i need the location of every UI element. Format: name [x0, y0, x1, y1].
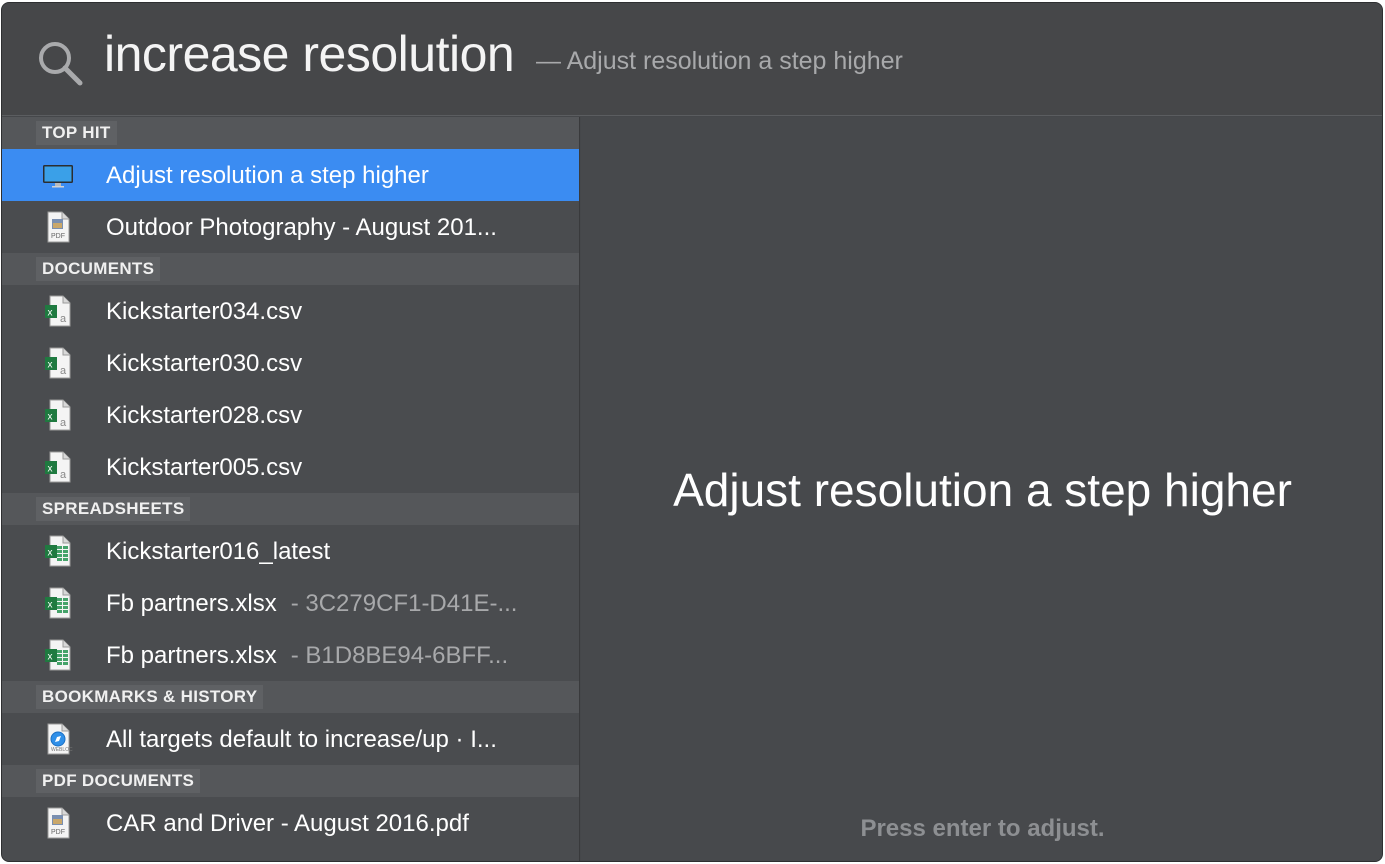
result-item[interactable]: x Kickstarter016_latest: [2, 525, 579, 577]
result-label: Kickstarter016_latest: [106, 538, 330, 566]
svg-text:x: x: [48, 464, 53, 475]
pdf-file-icon: PDF: [42, 807, 74, 839]
csv-file-icon: xa: [42, 399, 74, 431]
excel-file-icon: x: [42, 535, 74, 567]
svg-text:x: x: [48, 360, 53, 371]
svg-text:a: a: [60, 469, 67, 481]
result-title: Kickstarter030.csv: [106, 350, 303, 377]
svg-text:x: x: [48, 652, 53, 663]
result-title: Kickstarter016_latest: [106, 538, 331, 565]
result-item[interactable]: PDF CAR and Driver - August 2016.pdf: [2, 797, 579, 849]
preview-hint: Press enter to adjust.: [860, 815, 1105, 842]
result-title: Fb partners.xlsx: [106, 590, 277, 617]
result-label: Kickstarter034.csv: [106, 298, 302, 326]
section-header-label: PDF DOCUMENTS: [36, 769, 201, 793]
result-item[interactable]: x Fb partners.xlsx - B1D8BE94-6BFF...: [2, 629, 579, 681]
result-title: Kickstarter028.csv: [106, 402, 303, 429]
result-label: Fb partners.xlsx - B1D8BE94-6BFF...: [106, 642, 508, 670]
csv-file-icon: xa: [42, 347, 74, 379]
result-title: Outdoor Photography - August 201...: [106, 214, 497, 241]
result-item[interactable]: WEBLOC All targets default to increase/up…: [2, 713, 579, 765]
svg-text:a: a: [60, 365, 67, 377]
search-input[interactable]: increase resolution: [104, 25, 515, 83]
section-header-spreadsheets: SPREADSHEETS: [2, 493, 579, 525]
search-completion: — Adjust resolution a step higher: [536, 47, 903, 75]
excel-file-icon: x: [42, 587, 74, 619]
result-label: Fb partners.xlsx - 3C279CF1-D41E-...: [106, 590, 517, 618]
result-subtitle: - B1D8BE94-6BFF...: [290, 642, 509, 669]
section-header-pdf-documents: PDF DOCUMENTS: [2, 765, 579, 797]
search-bar[interactable]: increase resolution — Adjust resolution …: [2, 3, 1382, 116]
result-label: Kickstarter005.csv: [106, 454, 302, 482]
svg-text:x: x: [48, 600, 53, 611]
display-icon: [42, 159, 74, 191]
result-title: Kickstarter005.csv: [106, 454, 303, 481]
result-item[interactable]: x a Kickstarter028.csv: [2, 389, 579, 441]
section-header-documents: DOCUMENTS: [2, 253, 579, 285]
result-item[interactable]: x a Kickstarter034.csv: [2, 285, 579, 337]
result-label: Kickstarter028.csv: [106, 402, 302, 430]
result-item[interactable]: x a Kickstarter005.csv: [2, 441, 579, 493]
result-title: Adjust resolution a step higher: [106, 162, 429, 189]
results-list[interactable]: TOP HIT Adjust resolution a step higher PD…: [2, 117, 580, 861]
preview-title: Adjust resolution a step higher: [673, 464, 1292, 516]
result-title: Kickstarter034.csv: [106, 298, 303, 325]
result-subtitle: - 3C279CF1-D41E-...: [290, 590, 518, 617]
svg-text:a: a: [60, 417, 67, 429]
svg-text:WEBLOC: WEBLOC: [51, 747, 73, 753]
svg-text:a: a: [60, 313, 67, 325]
result-item[interactable]: PDF Outdoor Photography - August 201...: [2, 201, 579, 253]
result-label: Kickstarter030.csv: [106, 350, 302, 378]
svg-text:x: x: [48, 548, 53, 559]
result-item[interactable]: x Fb partners.xlsx - 3C279CF1-D41E-...: [2, 577, 579, 629]
section-header-label: DOCUMENTS: [36, 257, 161, 281]
safari-webloc-icon: WEBLOC: [42, 723, 74, 755]
svg-text:PDF: PDF: [51, 829, 65, 836]
section-header-bookmarks-history: BOOKMARKS & HISTORY: [2, 681, 579, 713]
section-header-label: TOP HIT: [36, 121, 117, 145]
svg-text:x: x: [48, 308, 53, 319]
result-label: CAR and Driver - August 2016.pdf: [106, 810, 469, 838]
search-icon: [39, 42, 83, 86]
result-item[interactable]: Adjust resolution a step higher: [2, 149, 579, 201]
csv-file-icon: xa: [42, 451, 74, 483]
section-header-label: SPREADSHEETS: [36, 497, 191, 521]
result-label: Outdoor Photography - August 201...: [106, 214, 497, 242]
pdf-file-icon: PDF: [42, 211, 74, 243]
svg-text:PDF: PDF: [51, 233, 65, 240]
excel-file-icon: x: [42, 639, 74, 671]
csv-file-icon: xa: [42, 295, 74, 327]
result-label: All targets default to increase/up · I..…: [106, 726, 497, 754]
result-title: Fb partners.xlsx: [106, 642, 277, 669]
spotlight-window: increase resolution — Adjust resolution …: [1, 2, 1383, 862]
svg-text:x: x: [48, 412, 53, 423]
preview-pane: Adjust resolution a step higher Press en…: [581, 117, 1382, 861]
result-title: All targets default to increase/up · I..…: [106, 726, 497, 753]
section-header-top-hit: TOP HIT: [2, 117, 579, 149]
result-title: CAR and Driver - August 2016.pdf: [106, 810, 469, 837]
result-label: Adjust resolution a step higher: [106, 162, 429, 190]
section-header-label: BOOKMARKS & HISTORY: [36, 685, 264, 709]
result-item[interactable]: x a Kickstarter030.csv: [2, 337, 579, 389]
